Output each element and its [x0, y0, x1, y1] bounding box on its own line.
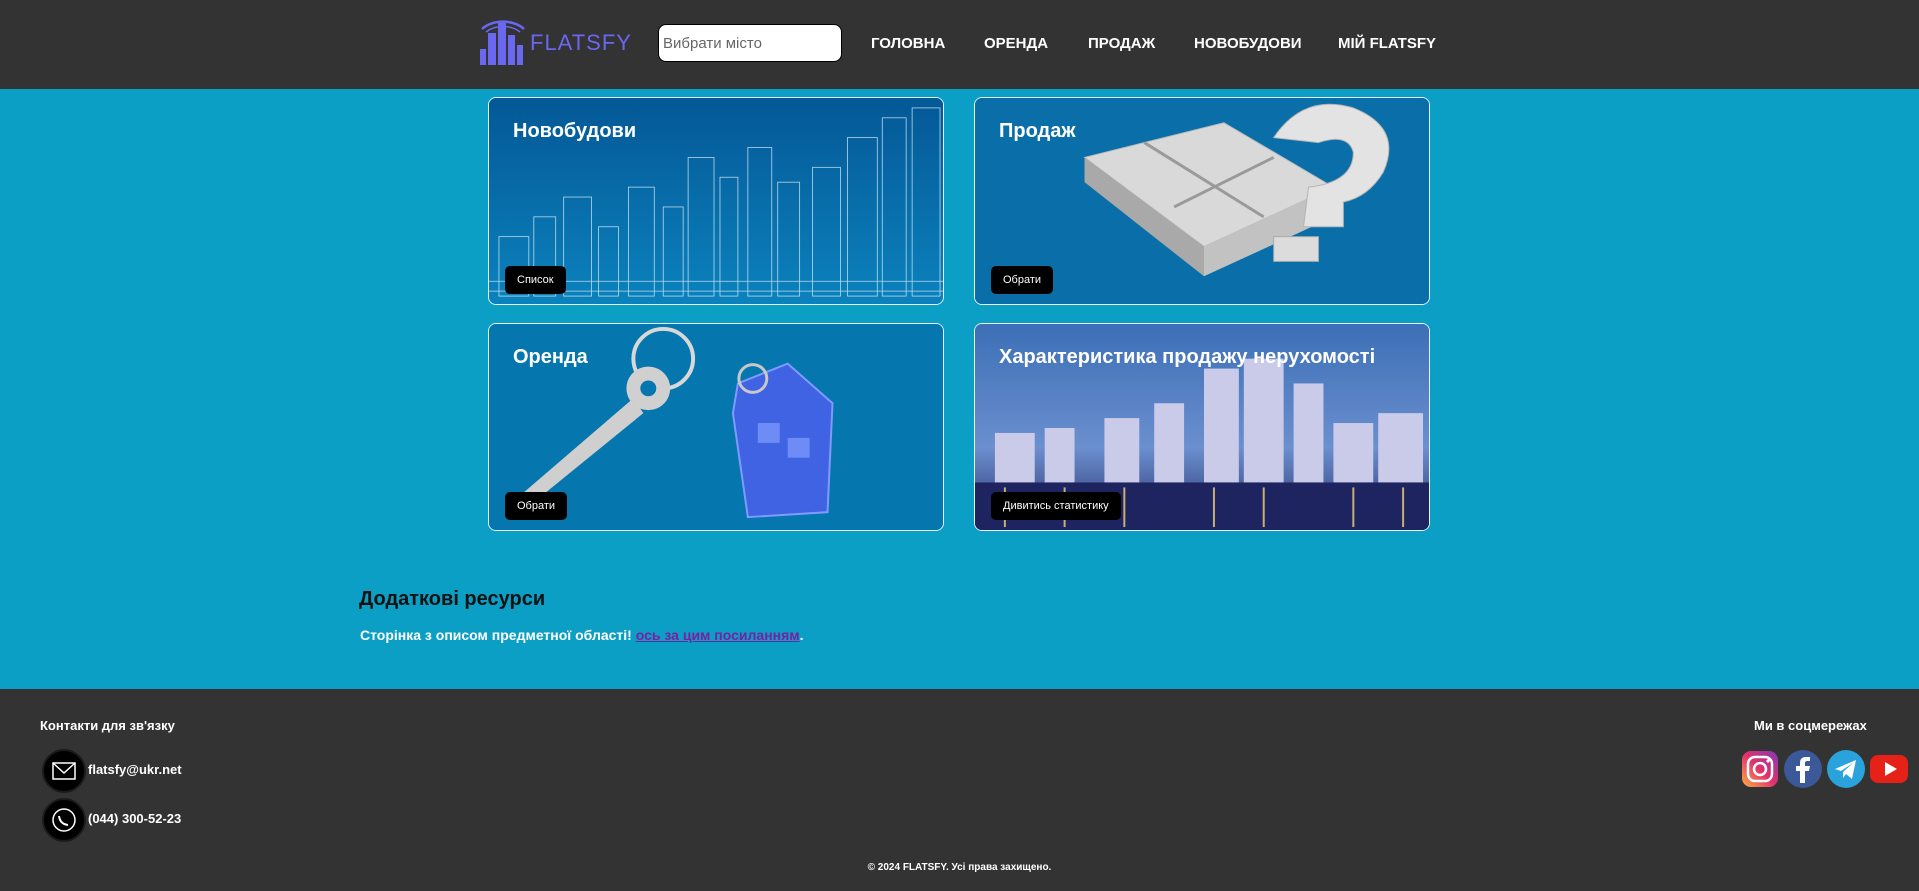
resources-description: Сторінка з описом предметної області!	[360, 627, 636, 643]
view-statistics-button[interactable]: Дивитись статистику	[991, 492, 1121, 520]
card-new-buildings[interactable]: Новобудови Список	[488, 97, 944, 305]
city-search-input[interactable]	[658, 24, 842, 62]
card-rent[interactable]: Оренда Обрати	[488, 323, 944, 531]
card-title: Характеристика продажу нерухомості	[999, 346, 1376, 368]
copyright-text: © 2024 FLATSFY. Усі права захищено.	[867, 862, 1052, 873]
nav-my-flatsfy[interactable]: МІЙ FLATSFY	[1338, 35, 1436, 52]
card-sales-statistics[interactable]: Характеристика продажу нерухомості Дивит…	[974, 323, 1430, 531]
contact-phone[interactable]: (044) 300-52-23	[88, 811, 181, 826]
facebook-icon[interactable]	[1783, 749, 1823, 789]
city-logo-icon[interactable]	[476, 13, 536, 67]
site-header: FLATSFY ГОЛОВНА ОРЕНДА ПРОДАЖ НОВОБУДОВИ…	[0, 0, 1919, 89]
list-button[interactable]: Список	[505, 266, 566, 294]
instagram-icon[interactable]	[1740, 749, 1780, 789]
nav-new-buildings[interactable]: НОВОБУДОВИ	[1194, 35, 1302, 52]
choose-sale-button[interactable]: Обрати	[991, 266, 1054, 294]
nav-rent[interactable]: ОРЕНДА	[984, 35, 1048, 52]
youtube-icon[interactable]	[1869, 749, 1909, 789]
resources-text: Сторінка з описом предметної області! ос…	[360, 627, 804, 643]
site-footer: Контакти для зв'язку flatsfy@ukr.net (04…	[0, 689, 1919, 891]
telegram-icon[interactable]	[1826, 749, 1866, 789]
card-title: Новобудови	[513, 120, 637, 142]
choose-rent-button[interactable]: Обрати	[505, 492, 568, 520]
nav-sale[interactable]: ПРОДАЖ	[1088, 35, 1155, 52]
nav-home[interactable]: ГОЛОВНА	[871, 35, 945, 52]
whatsapp-icon	[42, 798, 86, 842]
logo-text[interactable]: FLATSFY	[530, 30, 632, 56]
card-title: Продаж	[999, 120, 1076, 142]
contacts-title: Контакти для зв'язку	[40, 718, 175, 733]
email-icon	[42, 749, 86, 793]
card-sale[interactable]: Продаж Обрати	[974, 97, 1430, 305]
contact-email[interactable]: flatsfy@ukr.net	[88, 762, 182, 777]
social-title: Ми в соцмережах	[1754, 718, 1867, 733]
resources-heading: Додаткові ресурси	[359, 588, 546, 610]
card-title: Оренда	[513, 346, 588, 368]
resources-suffix: .	[799, 627, 804, 643]
subject-area-link[interactable]: ось за цим посиланням	[636, 627, 800, 643]
